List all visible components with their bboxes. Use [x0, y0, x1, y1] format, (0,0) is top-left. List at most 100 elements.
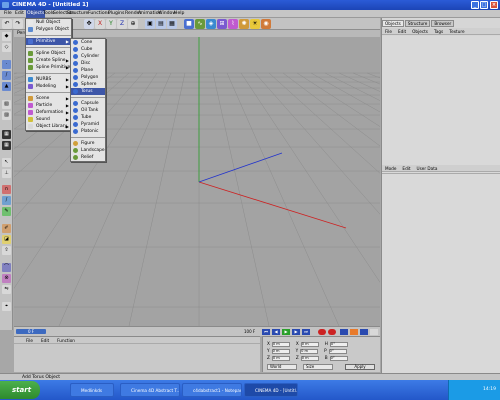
use-object-tool-icon[interactable]: ◇ — [2, 43, 11, 52]
checkerboard-2-icon[interactable]: ▦ — [2, 141, 11, 150]
primitive-item-tube[interactable]: Tube — [71, 114, 105, 121]
tab-browser[interactable]: Browser — [431, 20, 455, 27]
taskbar-task[interactable]: Cinema 4D Abstract T... — [120, 383, 180, 397]
axis-tool-icon[interactable]: ⊥ — [2, 169, 11, 178]
tab-objects[interactable]: Objects — [382, 20, 404, 27]
primitive-item-platonic[interactable]: Platonic — [71, 128, 105, 135]
coordinate-field[interactable]: 0 m — [300, 341, 319, 347]
taskbar-task[interactable]: c4dabstract1 - Notepad — [182, 383, 242, 397]
primitive-item-pyramid[interactable]: Pyramid — [71, 121, 105, 128]
bridge-tool-icon[interactable]: ⌒ — [2, 263, 11, 272]
coordinate-field[interactable]: 0 m — [271, 355, 290, 361]
use-points-tool-icon[interactable]: · — [2, 60, 11, 69]
minimize-button[interactable]: _ — [471, 1, 479, 9]
objects-menu-item-spline-primitive[interactable]: Spline Primitive ▶ — [26, 64, 71, 71]
objects-menu-item-scene[interactable]: Scene ▶ — [26, 95, 71, 102]
coordinate-field[interactable]: 0 m — [271, 348, 290, 354]
keyframe-selection-icon[interactable] — [340, 329, 348, 335]
primitive-item-polygon[interactable]: Polygon — [71, 74, 105, 81]
start-button[interactable]: start — [0, 381, 40, 399]
move-tool-icon[interactable]: ✥ — [84, 19, 94, 29]
render-view-icon[interactable]: ▣ — [145, 19, 155, 29]
close-button[interactable]: × — [490, 1, 498, 9]
menu-help[interactable]: Help — [173, 10, 185, 18]
goto-start-icon[interactable]: ⏮ — [262, 329, 270, 335]
primitive-item-oil-tank[interactable]: Oil Tank — [71, 107, 105, 114]
coordinate-size-select[interactable]: Size — [303, 364, 333, 370]
z-axis-icon[interactable]: Z — [117, 19, 127, 29]
light-object-icon[interactable]: ☀ — [250, 19, 260, 29]
objects-menu-item-sound[interactable]: Sound ▶ — [26, 116, 71, 123]
array-object-icon[interactable]: ⊞ — [217, 19, 227, 29]
texture-axis-tool-icon[interactable]: ▨ — [2, 111, 11, 120]
object-manager-list[interactable] — [382, 36, 500, 182]
magnet-tool-icon[interactable]: ∩ — [2, 185, 11, 194]
paint-tool-icon[interactable]: ✐ — [2, 224, 11, 233]
spline-object-icon[interactable]: ∿ — [195, 19, 205, 29]
am-menu-mode[interactable]: Mode — [382, 166, 399, 171]
checkerboard-icon[interactable]: ▦ — [2, 130, 11, 139]
camera-object-icon[interactable]: ◉ — [261, 19, 271, 29]
render-picture-viewer-icon[interactable]: ▦ — [167, 19, 177, 29]
play-icon[interactable]: ▶ — [282, 329, 290, 335]
objects-menu-item-null-object[interactable]: Null Object — [26, 19, 71, 26]
primitive-item-landscape[interactable]: Landscape — [71, 147, 105, 154]
use-edges-tool-icon[interactable]: / — [2, 71, 11, 80]
y-axis-icon[interactable]: Y — [106, 19, 116, 29]
maximize-button[interactable]: □ — [480, 1, 488, 9]
menu-plugins[interactable]: Plugins — [107, 10, 125, 18]
primitive-item-sphere[interactable]: Sphere — [71, 81, 105, 88]
objects-menu-item-create-spline[interactable]: Create Spline ▶ — [26, 57, 71, 64]
coordinate-field[interactable]: 0° — [329, 355, 348, 361]
om-menu-tags[interactable]: Tags — [431, 29, 446, 34]
menu-edit[interactable]: Edit — [14, 10, 25, 18]
tweak-tool-icon[interactable]: ↖ — [2, 158, 11, 167]
taskbar-task[interactable]: CINEMA 4D - [Untitl... — [244, 383, 298, 397]
om-menu-objects[interactable]: Objects — [409, 29, 431, 34]
tab-structure[interactable]: Structure — [404, 20, 431, 27]
autokey-icon[interactable] — [328, 329, 336, 335]
coordinate-field[interactable]: 0 m — [271, 341, 290, 347]
mirror-tool-icon[interactable]: ⇋ — [2, 285, 11, 294]
texture-tool-icon[interactable]: ▧ — [2, 100, 11, 109]
coordinate-mode-select[interactable]: World — [267, 364, 297, 370]
coordinate-field[interactable]: 0° — [328, 348, 347, 354]
objects-menu-item-nurbs[interactable]: NURBS ▶ — [26, 76, 71, 83]
primitive-item-capsule[interactable]: Capsule — [71, 100, 105, 107]
nurbs-object-icon[interactable]: ◈ — [206, 19, 216, 29]
taskbar-task[interactable]: Medlinkds — [70, 383, 114, 397]
primitive-item-cube[interactable]: Cube — [71, 46, 105, 53]
om-menu-file[interactable]: File — [382, 29, 395, 34]
use-model-tool-icon[interactable]: ◆ — [2, 32, 11, 41]
snap-tool-icon[interactable]: ⌖ — [2, 302, 11, 311]
next-frame-icon[interactable]: ▶ — [292, 329, 300, 335]
prev-frame-icon[interactable]: ◀ — [272, 329, 280, 335]
weld-tool-icon[interactable]: ⊗ — [2, 274, 11, 283]
menu-structure[interactable]: Structure — [66, 10, 89, 18]
scene-object-icon[interactable]: ✺ — [239, 19, 249, 29]
record-icon[interactable] — [318, 329, 326, 335]
rotation-key-icon[interactable] — [360, 329, 368, 335]
primitive-item-disc[interactable]: Disc — [71, 60, 105, 67]
attribute-manager-area[interactable] — [382, 173, 500, 373]
bevel-tool-icon[interactable]: ◪ — [2, 235, 11, 244]
redo-icon[interactable]: ↷ — [13, 19, 23, 29]
mm-menu-file[interactable]: File — [22, 338, 37, 343]
brush-tool-icon[interactable]: ✎ — [2, 207, 11, 216]
menu-file[interactable]: File — [3, 10, 13, 18]
objects-menu-item-object-library[interactable]: Object Library ▶ — [26, 123, 71, 130]
objects-menu-item-deformation[interactable]: Deformation ▶ — [26, 109, 71, 116]
objects-menu-item-modeling[interactable]: Modeling ▶ — [26, 83, 71, 90]
timeline-start-field[interactable]: 0 F — [16, 329, 46, 334]
primitive-item-torus[interactable]: Torus — [71, 88, 105, 95]
primitive-item-figure[interactable]: Figure — [71, 140, 105, 147]
primitive-item-cylinder[interactable]: Cylinder — [71, 53, 105, 60]
am-menu-user-data[interactable]: User Data — [414, 166, 441, 171]
x-axis-icon[interactable]: X — [95, 19, 105, 29]
use-polygons-tool-icon[interactable]: ▲ — [2, 82, 11, 91]
objects-menu-item-spline-object[interactable]: Spline Object — [26, 50, 71, 57]
am-menu-edit[interactable]: Edit — [399, 166, 413, 171]
primitive-item-relief[interactable]: Relief — [71, 154, 105, 161]
apply-button[interactable]: Apply — [345, 364, 375, 370]
mm-menu-function[interactable]: Function — [53, 338, 79, 343]
